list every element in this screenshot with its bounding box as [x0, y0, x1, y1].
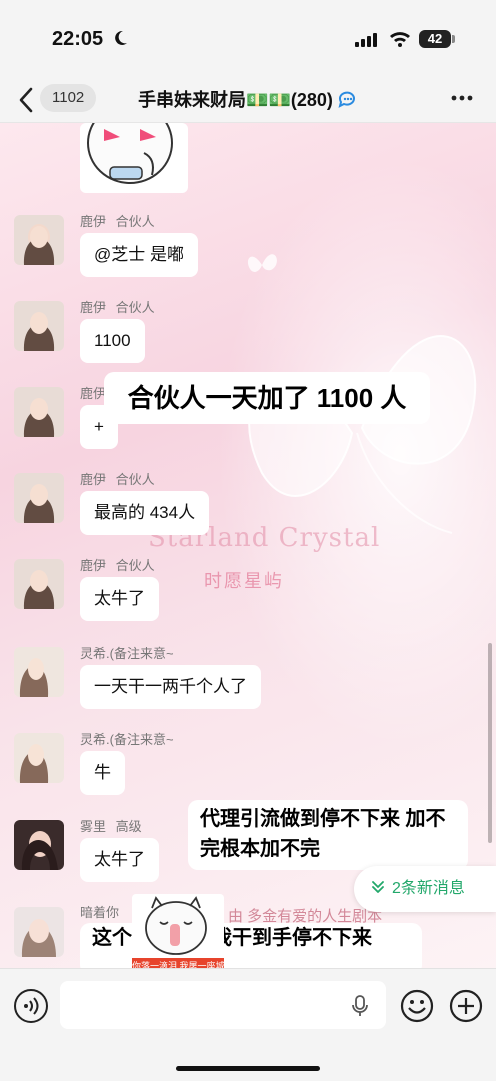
- sender-meta: 暗着你: [80, 902, 119, 921]
- signal-icon: [355, 33, 377, 47]
- avatar[interactable]: [14, 907, 64, 957]
- overlay-caption: 合伙人一天加了 1100 人: [104, 372, 430, 424]
- avatar[interactable]: [14, 387, 64, 437]
- emoji-icon[interactable]: [400, 989, 434, 1023]
- sender-name: 鹿伊: [80, 558, 107, 573]
- watermark-chinese: 时愿星屿: [204, 571, 284, 592]
- status-bar: 22:05 42: [0, 0, 496, 78]
- message-bubble[interactable]: 最高的 434人: [80, 491, 210, 535]
- message-input-bar: [0, 968, 496, 1081]
- avatar-photo: [14, 733, 64, 783]
- back-chevron-icon[interactable]: [16, 86, 38, 114]
- avatar-photo: [14, 473, 64, 523]
- sender-meta: 雾里 高级: [80, 816, 142, 835]
- avatar[interactable]: [14, 733, 64, 783]
- avatar-photo: [14, 907, 64, 957]
- sender-role: 合伙人: [115, 472, 155, 487]
- avatar-photo: [14, 559, 64, 609]
- sender-meta: 灵希.(备注来意~: [80, 729, 174, 748]
- sender-name: 鹿伊: [80, 472, 107, 487]
- scrollbar[interactable]: [488, 643, 492, 843]
- message-bubble[interactable]: @芝士 是嘟: [80, 233, 198, 277]
- sender-name: 鹿伊: [80, 386, 107, 401]
- sender-name: 鹿伊: [80, 300, 107, 315]
- avatar-photo: [14, 301, 64, 351]
- moon-icon: [115, 30, 127, 45]
- chat-header: 1102 手串妹来财局💵💵(280): [0, 78, 496, 123]
- small-butterfly-graphic: [247, 254, 277, 272]
- wifi-icon: [390, 32, 410, 47]
- sender-name: 暗着你: [80, 905, 120, 920]
- voice-waves-icon: [24, 997, 39, 1015]
- battery-indicator: 42: [419, 30, 451, 48]
- microphone-icon[interactable]: [350, 995, 370, 1017]
- group-title[interactable]: 手串妹来财局💵💵(280): [138, 90, 333, 110]
- crying-cat-sticker: [145, 896, 207, 955]
- avatar[interactable]: [14, 559, 64, 609]
- status-time: 22:05: [52, 28, 104, 50]
- sender-name: 灵希.(备注来意~: [80, 732, 174, 747]
- sender-name: 灵希.(备注来意~: [80, 646, 174, 661]
- avatar-photo: [14, 387, 64, 437]
- plus-icon[interactable]: [449, 989, 483, 1023]
- message-bubble[interactable]: 太牛了: [80, 838, 159, 882]
- avatar-photo: [14, 647, 64, 697]
- battery-cap: [452, 35, 455, 43]
- double-chevron-down-icon: [372, 881, 384, 893]
- sender-role: 高级: [115, 819, 142, 834]
- sender-name: 鹿伊: [80, 214, 107, 229]
- message-bubble[interactable]: 牛: [80, 751, 125, 795]
- message-bubble[interactable]: 一天干一两千个人了: [80, 665, 261, 709]
- new-messages-button[interactable]: 2条新消息: [354, 866, 496, 912]
- more-options-icon[interactable]: [446, 88, 478, 108]
- avatar[interactable]: [14, 301, 64, 351]
- new-messages-label: 2条新消息: [392, 880, 465, 897]
- chat-bubble-icon: [338, 91, 355, 108]
- overlay-caption: 代理引流做到停不下来 加不完根本加不完: [188, 800, 468, 870]
- avatar[interactable]: [14, 215, 64, 265]
- sender-name: 雾里: [80, 819, 107, 834]
- home-indicator[interactable]: [176, 1066, 320, 1071]
- unread-count-badge[interactable]: 1102: [40, 84, 97, 112]
- sender-meta: 鹿伊 合伙人: [80, 555, 155, 574]
- avatar[interactable]: [14, 647, 64, 697]
- message-text-field[interactable]: [60, 981, 386, 1029]
- avatar[interactable]: [14, 820, 64, 870]
- sender-role: 合伙人: [115, 558, 155, 573]
- sender-meta: 鹿伊 合伙人: [80, 297, 155, 316]
- sticker-image[interactable]: [80, 123, 188, 193]
- sender-meta: 灵希.(备注来意~: [80, 643, 174, 662]
- avatar-photo: [14, 215, 64, 265]
- voice-input-button[interactable]: [14, 989, 48, 1023]
- sender-role: 合伙人: [115, 214, 155, 229]
- avatar[interactable]: [14, 473, 64, 523]
- sender-meta: 鹿伊: [80, 383, 106, 402]
- sender-role: 合伙人: [115, 300, 155, 315]
- avatar-photo: [14, 820, 64, 870]
- thinking-face-sticker: [87, 123, 173, 184]
- message-bubble[interactable]: 太牛了: [80, 577, 159, 621]
- message-bubble[interactable]: 1100: [80, 319, 145, 363]
- sender-meta: 鹿伊 合伙人: [80, 469, 155, 488]
- sender-meta: 鹿伊 合伙人: [80, 211, 155, 230]
